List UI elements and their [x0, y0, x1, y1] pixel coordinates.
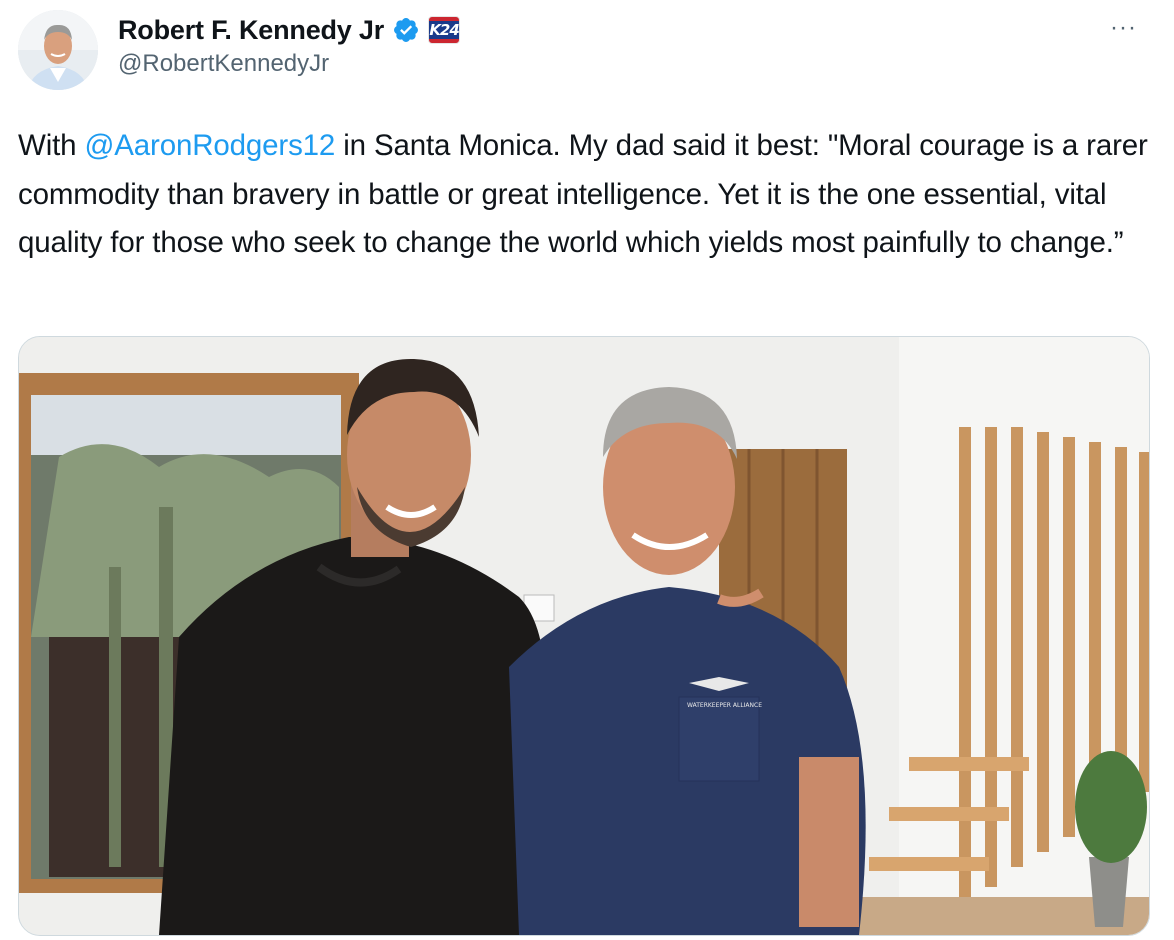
tweet-text-prefix: With [18, 129, 85, 162]
mention-link[interactable]: @AaronRodgers12 [84, 129, 335, 162]
author-display-name[interactable]: Robert F. Kennedy Jr [118, 15, 384, 46]
author-avatar[interactable] [18, 10, 98, 90]
more-horizontal-icon[interactable]: ··· [1110, 14, 1137, 42]
tweet-photo[interactable]: WATERKEEPER ALLIANCE [18, 336, 1150, 936]
affiliation-label: K24 [429, 21, 460, 39]
photo-illustration: WATERKEEPER ALLIANCE [19, 337, 1149, 935]
avatar-image [18, 10, 98, 90]
campaign-logo-icon[interactable]: K24 [428, 16, 461, 44]
tweet-text: With @AaronRodgers12 in Santa Monica. My… [18, 122, 1158, 268]
plant-pot [1089, 857, 1129, 927]
shirt-logo-text: WATERKEEPER ALLIANCE [687, 702, 762, 709]
author-handle[interactable]: @RobertKennedyJr [118, 50, 329, 78]
verified-badge-icon[interactable] [392, 16, 420, 44]
author-name-row: Robert F. Kennedy Jr K24 [118, 12, 461, 48]
